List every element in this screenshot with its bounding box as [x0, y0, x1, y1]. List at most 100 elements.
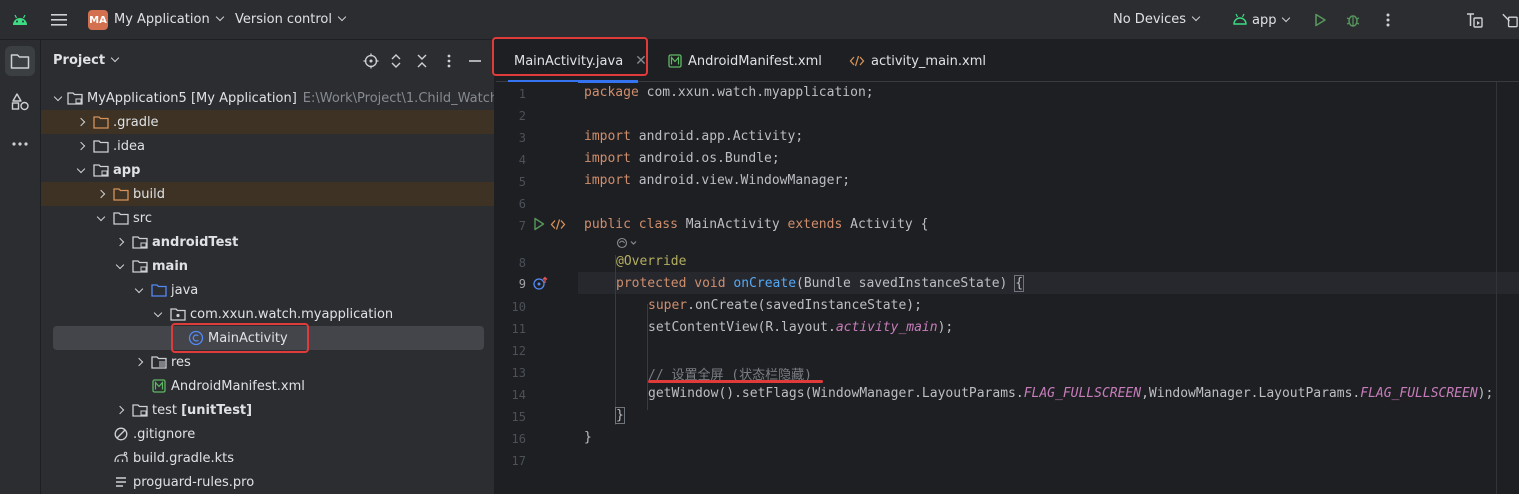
chevron-down-icon	[1191, 12, 1201, 22]
module-folder-icon	[67, 90, 83, 106]
device-selector[interactable]: No Devices	[1113, 12, 1201, 27]
chevron-down-icon[interactable]	[133, 284, 145, 296]
chevron-right-icon[interactable]	[95, 188, 107, 200]
editor-tab-bar: MainActivity.java ✕ AndroidManifest.xml …	[496, 40, 1519, 83]
tree-label: com.xxun.watch.myapplication	[190, 306, 394, 322]
project-view-selector[interactable]: Project	[53, 53, 120, 68]
keyword: public class	[584, 217, 678, 232]
tree-item-idea[interactable]: .idea	[41, 134, 494, 158]
main-menu-icon[interactable]	[48, 8, 70, 32]
tree-item-build[interactable]: build	[41, 182, 494, 206]
code-text: android.os.Bundle;	[630, 151, 780, 166]
collapse-all-icon[interactable]	[413, 52, 431, 70]
tree-item-main[interactable]: main	[41, 254, 494, 278]
code-text: .onCreate(savedInstanceState);	[687, 298, 922, 313]
keyword: import	[584, 129, 631, 144]
tree-item-test[interactable]: test [unitTest]	[41, 398, 494, 422]
code-line-8[interactable]: @Override	[616, 254, 686, 269]
chevron-right-icon[interactable]	[114, 236, 126, 248]
device-label: No Devices	[1113, 12, 1187, 27]
chevron-down-icon[interactable]	[95, 212, 107, 224]
related-xml-icon[interactable]	[550, 218, 566, 235]
tree-item-build-gradle[interactable]: build.gradle.kts	[41, 446, 494, 470]
tree-item-androidtest[interactable]: androidTest	[41, 230, 494, 254]
chevron-right-icon[interactable]	[133, 356, 145, 368]
version-control-menu[interactable]: Version control	[235, 12, 347, 27]
run-gutter-icon[interactable]	[533, 217, 545, 235]
code-line-9[interactable]: protected void onCreate(Bundle savedInst…	[616, 275, 1024, 292]
chevron-right-icon[interactable]	[114, 404, 126, 416]
tab-activity-main[interactable]: activity_main.xml	[849, 40, 986, 82]
expand-all-icon[interactable]	[387, 52, 405, 70]
resource-manager-icon[interactable]	[10, 92, 30, 116]
tree-label: main	[152, 258, 189, 274]
code-text: ,WindowManager.LayoutParams.	[1141, 386, 1361, 401]
tab-label: activity_main.xml	[871, 53, 987, 69]
project-path: E:\Work\Project\1.Child_Watch\My	[302, 90, 494, 106]
folder-icon[interactable]	[10, 52, 30, 74]
code-line-15[interactable]: }	[615, 407, 625, 424]
code-text: (Bundle savedInstanceState)	[796, 276, 1016, 291]
code-line-5[interactable]: import android.view.WindowManager;	[584, 173, 850, 188]
code-line-14[interactable]: getWindow().setFlags(WindowManager.Layou…	[648, 386, 1493, 401]
device-mirroring-icon[interactable]	[1464, 8, 1486, 32]
tab-label: AndroidManifest.xml	[688, 53, 822, 69]
settings-icon[interactable]	[1500, 8, 1519, 32]
chevron-right-icon[interactable]	[75, 140, 87, 152]
chevron-down-icon[interactable]	[53, 92, 63, 104]
project-switcher[interactable]: My Application	[114, 12, 224, 27]
method-name: onCreate	[733, 276, 797, 291]
excluded-folder-icon	[113, 186, 129, 202]
tree-item-src[interactable]: src	[41, 206, 494, 230]
tree-item-gitignore[interactable]: .gitignore	[41, 422, 494, 446]
overrides-method-icon[interactable]	[533, 276, 549, 294]
tree-label: MyApplication5 [My Application]	[87, 90, 297, 106]
code-line-16[interactable]: }	[584, 430, 592, 445]
tree-item-res[interactable]: res	[41, 350, 494, 374]
manifest-icon	[151, 378, 167, 394]
chevron-right-icon[interactable]	[75, 116, 87, 128]
tree-item-manifest[interactable]: AndroidManifest.xml	[41, 374, 494, 398]
code-line-10[interactable]: super.onCreate(savedInstanceState);	[648, 298, 922, 313]
chevron-down-icon[interactable]	[75, 164, 87, 176]
right-margin-guide	[1496, 82, 1497, 494]
project-badge[interactable]: MA	[88, 10, 108, 30]
tree-item-app[interactable]: app	[41, 158, 494, 182]
locate-file-icon[interactable]	[362, 52, 380, 70]
folder-icon	[93, 138, 109, 154]
run-config-selector[interactable]: app	[1232, 12, 1291, 28]
annotation: @Override	[616, 254, 687, 269]
ai-inlay-hint-icon[interactable]	[616, 237, 638, 253]
more-actions-icon[interactable]	[1378, 8, 1398, 32]
folder-icon	[113, 210, 129, 226]
chevron-down-icon[interactable]	[114, 260, 126, 272]
debug-icon[interactable]	[1343, 8, 1363, 32]
tree-label: AndroidManifest.xml	[171, 378, 305, 394]
static-field: FLAG_FULLSCREEN	[1023, 386, 1142, 401]
tree-label: build	[133, 186, 165, 202]
code-line-3[interactable]: import android.app.Activity;	[584, 129, 803, 144]
tree-item-proguard[interactable]: proguard-rules.pro	[41, 470, 494, 494]
module-folder-icon	[93, 162, 109, 178]
panel-title: Project	[53, 53, 106, 68]
code-line-1[interactable]: package com.xxun.watch.myapplication;	[584, 85, 874, 100]
code-line-11[interactable]: setContentView(R.layout.activity_main);	[648, 320, 953, 335]
line-number: 11	[511, 322, 526, 336]
line-number: 9	[518, 277, 526, 291]
annotation-box-mainactivity	[171, 323, 309, 353]
tree-item-gradle[interactable]: .gradle	[41, 110, 494, 134]
code-line-7[interactable]: public class MainActivity extends Activi…	[584, 217, 928, 232]
options-icon[interactable]	[440, 52, 458, 70]
tree-item-java[interactable]: java	[41, 278, 494, 302]
run-icon[interactable]	[1310, 8, 1330, 32]
more-tool-windows-icon[interactable]	[11, 136, 29, 151]
line-number: 6	[518, 197, 526, 211]
tab-androidmanifest[interactable]: AndroidManifest.xml	[668, 40, 822, 82]
chevron-down-icon[interactable]	[152, 308, 164, 320]
hide-panel-icon[interactable]	[466, 52, 484, 70]
static-field: activity_main	[835, 320, 938, 335]
tree-item-root-project[interactable]: MyApplication5 [My Application] E:\Work\…	[41, 86, 494, 110]
line-number: 15	[511, 410, 526, 424]
project-name: My Application	[114, 12, 210, 27]
code-line-4[interactable]: import android.os.Bundle;	[584, 151, 780, 166]
